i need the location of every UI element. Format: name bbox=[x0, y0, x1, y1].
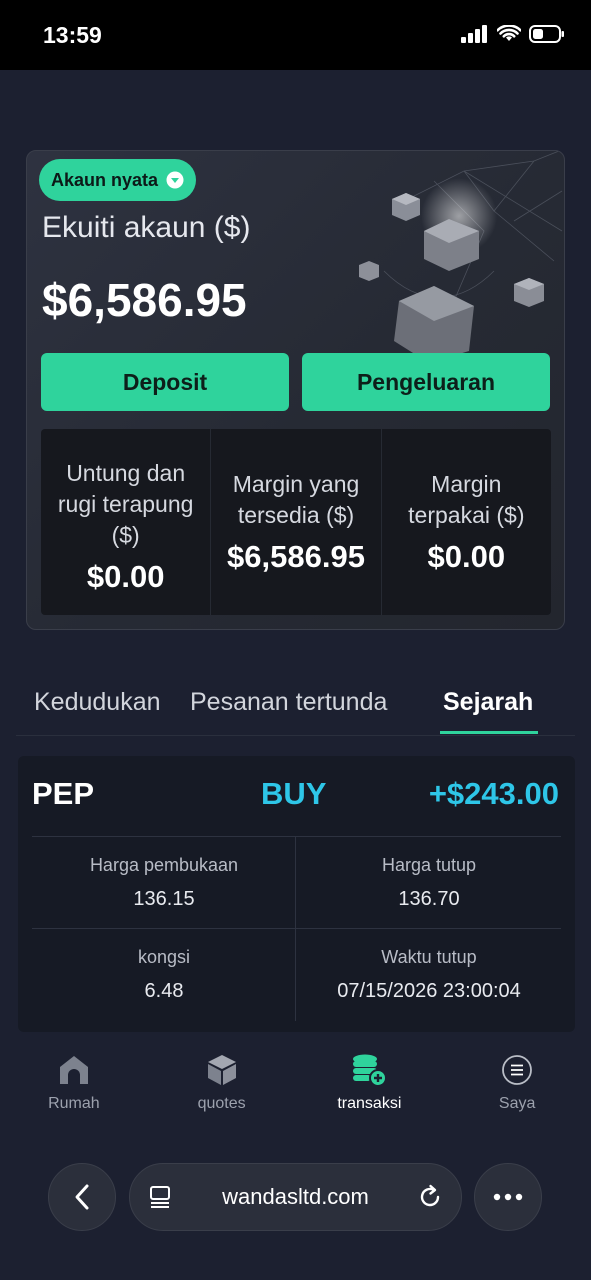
cell-label: kongsi bbox=[137, 947, 191, 967]
wifi-icon bbox=[497, 25, 521, 41]
nav-profile[interactable]: Saya bbox=[443, 1035, 591, 1130]
reload-icon[interactable] bbox=[417, 1184, 443, 1210]
tab-history[interactable]: Sejarah bbox=[443, 688, 533, 717]
stat-label: Untung dan rugi terapung ($) bbox=[57, 459, 194, 548]
more-button[interactable] bbox=[474, 1163, 542, 1231]
nav-label: transaksi bbox=[337, 1095, 402, 1112]
address-bar[interactable]: wandasltd.com bbox=[129, 1163, 462, 1231]
account-type-selector[interactable]: Akaun nyata bbox=[39, 159, 197, 201]
battery-icon bbox=[529, 25, 564, 43]
cube-icon bbox=[207, 1055, 236, 1085]
account-card: Akaun nyata Ekuiti akaun ($) $6,586.95 D… bbox=[26, 150, 565, 630]
stat-label: Margin yang tersedia ($) bbox=[232, 471, 360, 528]
equity-value: $6,586.95 bbox=[42, 274, 247, 326]
open-price-cell: Harga pembukaan 136.15 bbox=[32, 837, 296, 929]
more-icon bbox=[493, 1193, 523, 1201]
tab-pending-orders[interactable]: Pesanan tertunda bbox=[190, 688, 387, 717]
bottom-nav: Rumah quotes transaksi Saya bbox=[0, 1035, 591, 1130]
trade-symbol: PEP bbox=[32, 776, 95, 811]
browser-toolbar: wandasltd.com bbox=[0, 1150, 591, 1280]
status-bar: 13:59 bbox=[0, 0, 591, 70]
stat-value: $6,586.95 bbox=[227, 539, 365, 574]
shares-cell: kongsi 6.48 bbox=[32, 929, 296, 1021]
cell-label: Waktu tutup bbox=[381, 947, 477, 967]
tab-positions[interactable]: Kedudukan bbox=[34, 688, 161, 717]
trade-details: Harga pembukaan 136.15 Harga tutup 136.7… bbox=[32, 836, 561, 1021]
home-icon bbox=[59, 1056, 88, 1084]
account-stats: Untung dan rugi terapung ($) $0.00 Margi… bbox=[41, 429, 551, 615]
back-button[interactable] bbox=[48, 1163, 116, 1231]
withdraw-button[interactable]: Pengeluaran bbox=[302, 353, 550, 411]
trade-pnl: +$243.00 bbox=[428, 776, 559, 811]
cell-value: 136.70 bbox=[398, 888, 460, 910]
chevron-left-icon bbox=[75, 1184, 89, 1210]
url-text: wandasltd.com bbox=[222, 1184, 369, 1209]
nav-transactions[interactable]: transaksi bbox=[296, 1035, 444, 1130]
trade-side: BUY bbox=[261, 776, 327, 811]
cell-value: 6.48 bbox=[144, 980, 184, 1002]
nav-label: Saya bbox=[498, 1095, 536, 1112]
app: Akaun nyata Ekuiti akaun ($) $6,586.95 D… bbox=[0, 70, 591, 1280]
nav-quotes[interactable]: quotes bbox=[148, 1035, 296, 1130]
cell-label: Harga tutup bbox=[381, 855, 477, 875]
cell-label: Harga pembukaan bbox=[89, 855, 239, 875]
close-time-cell: Waktu tutup 07/15/2026 23:00:04 bbox=[297, 929, 561, 1021]
status-time: 13:59 bbox=[43, 22, 102, 48]
equity-label: Ekuiti akaun ($) bbox=[42, 211, 251, 244]
cubes-decoration bbox=[359, 151, 563, 363]
floating-pnl-stat: Untung dan rugi terapung ($) $0.00 bbox=[41, 429, 212, 615]
chevron-down-icon bbox=[166, 171, 184, 189]
close-price-cell: Harga tutup 136.70 bbox=[297, 837, 561, 929]
nav-label: quotes bbox=[197, 1095, 246, 1112]
status-icons bbox=[461, 24, 565, 44]
used-margin-stat: Margin terpakai ($) $0.00 bbox=[382, 429, 551, 615]
stat-value: $0.00 bbox=[427, 539, 506, 574]
cell-value: 07/15/2026 23:00:04 bbox=[337, 980, 521, 1002]
order-tabs: Kedudukan Pesanan tertunda Sejarah bbox=[16, 678, 575, 736]
signal-icon bbox=[461, 25, 487, 43]
nav-label: Rumah bbox=[48, 1095, 100, 1112]
deposit-button[interactable]: Deposit bbox=[41, 353, 289, 411]
nav-home[interactable]: Rumah bbox=[0, 1035, 148, 1130]
menu-circle-icon bbox=[502, 1055, 533, 1085]
stat-value: $0.00 bbox=[86, 558, 165, 594]
tabs-icon bbox=[150, 1186, 170, 1208]
stat-label: Margin terpakai ($) bbox=[408, 471, 525, 528]
account-type-label: Akaun nyata bbox=[51, 169, 159, 190]
available-margin-stat: Margin yang tersedia ($) $6,586.95 bbox=[211, 429, 382, 615]
trade-history-item[interactable]: PEP BUY +$243.00 Harga pembukaan 136.15 … bbox=[18, 756, 575, 1032]
cell-value: 136.15 bbox=[133, 888, 195, 910]
active-tab-indicator bbox=[440, 731, 538, 734]
coins-add-icon bbox=[353, 1054, 388, 1087]
